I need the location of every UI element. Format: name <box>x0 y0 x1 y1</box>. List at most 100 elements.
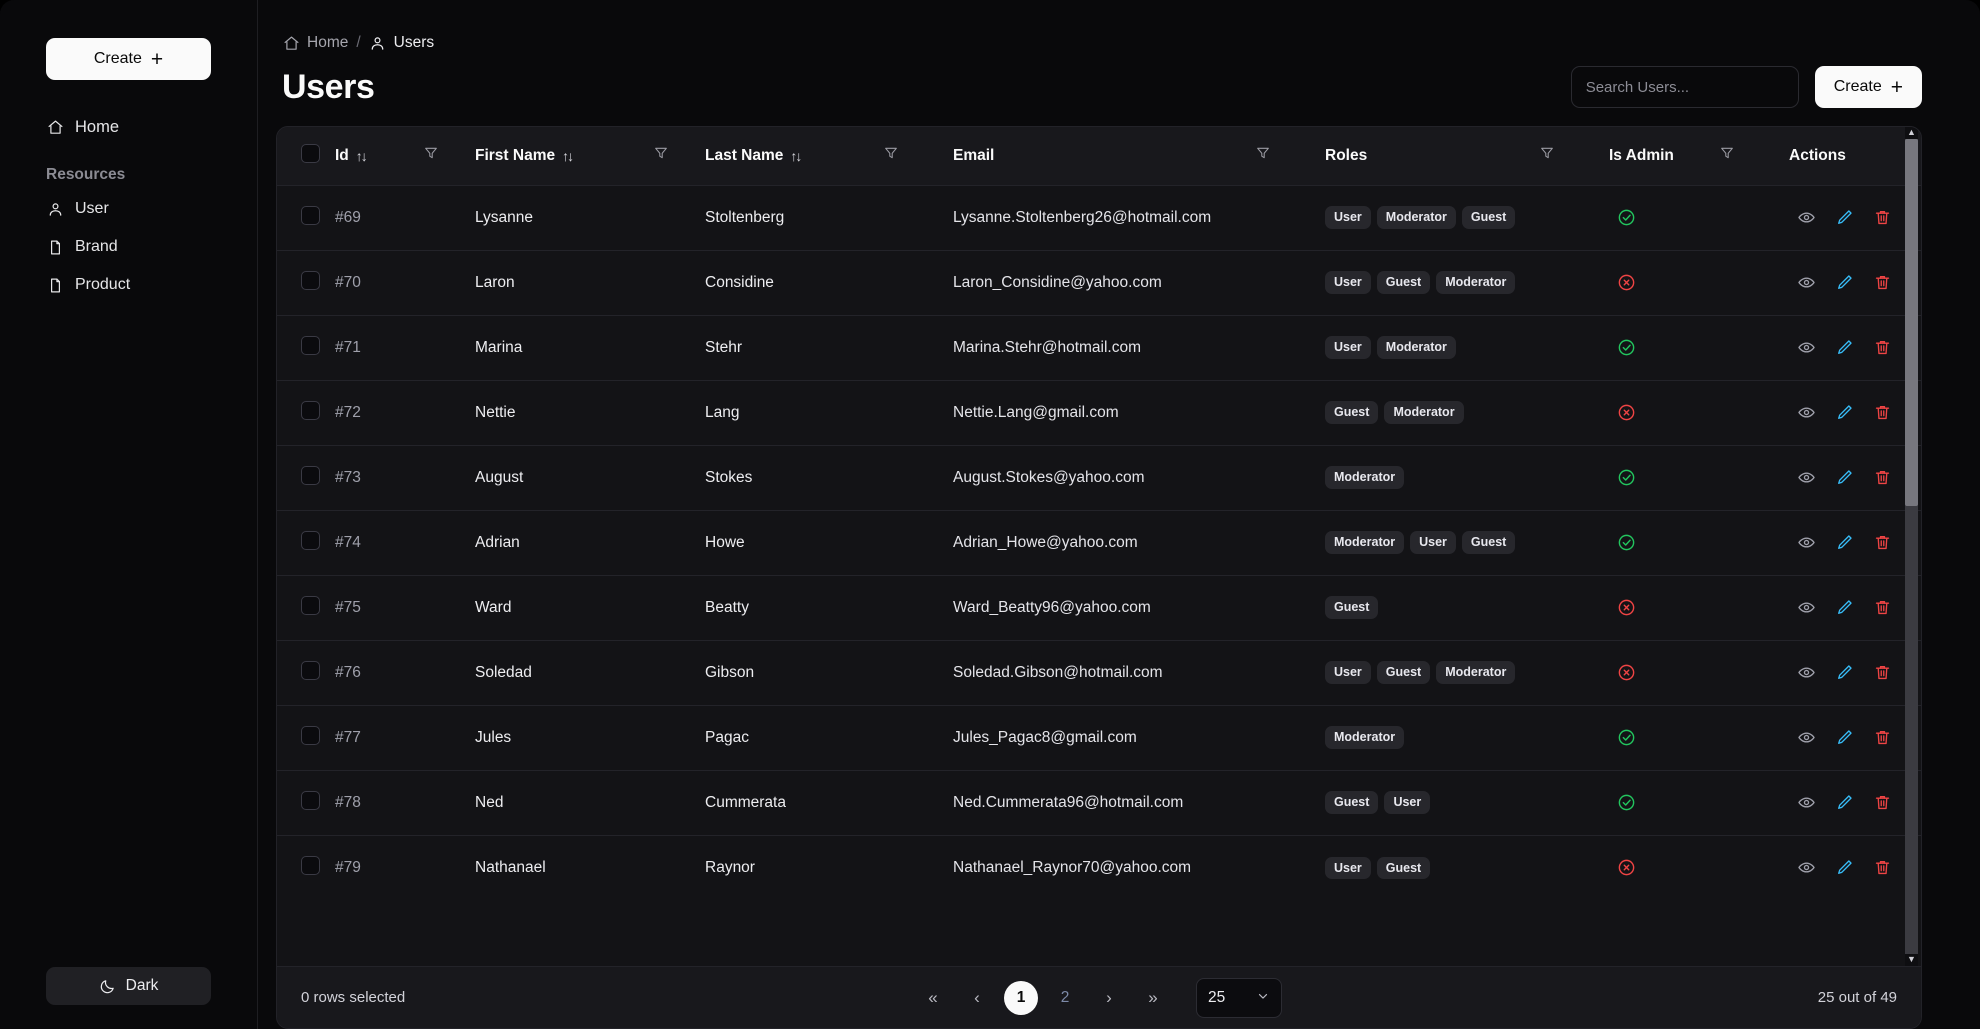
edit-action[interactable] <box>1835 338 1854 357</box>
delete-action[interactable] <box>1873 208 1892 227</box>
scroll-down-arrow[interactable]: ▼ <box>1907 954 1916 966</box>
cell-first-name: Adrian <box>475 510 653 576</box>
view-action[interactable] <box>1797 338 1816 357</box>
app-window: Create + Home Resources User Brand Produ… <box>0 0 1980 1029</box>
view-action[interactable] <box>1797 208 1816 227</box>
scroll-up-arrow[interactable]: ▲ <box>1907 127 1916 139</box>
table-row[interactable]: #75 Ward Beatty Ward_Beatty96@yahoo.com Gues… <box>277 575 1921 641</box>
delete-action[interactable] <box>1873 858 1892 877</box>
sort-icon[interactable]: ↑↓ <box>356 148 368 164</box>
search-input[interactable] <box>1570 66 1799 108</box>
row-checkbox[interactable] <box>301 790 320 810</box>
table-row[interactable]: #78 Ned Cummerata Ned.Cummerata96@hotmail.c… <box>277 770 1921 836</box>
view-action[interactable] <box>1797 858 1816 877</box>
edit-action[interactable] <box>1835 533 1854 552</box>
sidebar-create-button[interactable]: Create + <box>46 38 211 80</box>
edit-action[interactable] <box>1835 208 1854 227</box>
edit-action[interactable] <box>1835 598 1854 617</box>
row-checkbox[interactable] <box>301 465 320 485</box>
row-checkbox[interactable] <box>301 270 320 290</box>
column-header-first-name[interactable]: First Name ↑↓ <box>475 127 653 186</box>
sidebar-item-home[interactable]: Home <box>46 110 211 144</box>
row-checkbox[interactable] <box>301 400 320 420</box>
view-action[interactable] <box>1797 403 1816 422</box>
sidebar-item-brand[interactable]: Brand <box>46 230 211 264</box>
x-circle-icon <box>1617 858 1636 877</box>
pagination-page-2[interactable]: 2 <box>1048 981 1082 1015</box>
edit-action[interactable] <box>1835 273 1854 292</box>
sidebar-item-product[interactable]: Product <box>46 268 211 302</box>
cell-id: #75 <box>335 575 423 641</box>
table-row[interactable]: #77 Jules Pagac Jules_Pagac8@gmail.com Moder… <box>277 705 1921 771</box>
select-all-checkbox[interactable] <box>301 143 320 163</box>
delete-action[interactable] <box>1873 338 1892 357</box>
table-row[interactable]: #70 Laron Considine Laron_Considine@yahoo.c… <box>277 250 1921 316</box>
table-row[interactable]: #71 Marina Stehr Marina.Stehr@hotmail.com Us… <box>277 315 1921 381</box>
pagination-first[interactable]: « <box>916 981 950 1015</box>
table-row[interactable]: #74 Adrian Howe Adrian_Howe@yahoo.com Modera… <box>277 510 1921 576</box>
table-row[interactable]: #72 Nettie Lang Nettie.Lang@gmail.com Guest M… <box>277 380 1921 446</box>
delete-action[interactable] <box>1873 728 1892 747</box>
scrollbar-track[interactable] <box>1905 139 1918 954</box>
delete-action[interactable] <box>1873 663 1892 682</box>
row-checkbox[interactable] <box>301 660 320 680</box>
column-filter-id[interactable] <box>423 127 475 186</box>
pagination-next[interactable]: › <box>1092 981 1126 1015</box>
view-action[interactable] <box>1797 663 1816 682</box>
edit-action[interactable] <box>1835 663 1854 682</box>
table-row[interactable]: #73 August Stokes August.Stokes@yahoo.com Mo… <box>277 445 1921 511</box>
column-filter-last-name[interactable] <box>883 127 935 186</box>
per-page-select[interactable]: 25 <box>1196 977 1282 1018</box>
table-row[interactable]: #79 Nathanael Raynor Nathanael_Raynor70@yah… <box>277 835 1921 900</box>
table-vertical-scrollbar[interactable]: ▲ ▼ <box>1905 127 1918 966</box>
edit-action[interactable] <box>1835 858 1854 877</box>
row-select-cell <box>277 575 335 641</box>
column-header-last-name[interactable]: Last Name ↑↓ <box>705 127 883 186</box>
sort-icon[interactable]: ↑↓ <box>562 148 574 164</box>
row-checkbox[interactable] <box>301 725 320 745</box>
edit-action[interactable] <box>1835 468 1854 487</box>
edit-action[interactable] <box>1835 403 1854 422</box>
delete-action[interactable] <box>1873 533 1892 552</box>
create-button[interactable]: Create + <box>1814 66 1922 108</box>
view-action[interactable] <box>1797 533 1816 552</box>
edit-action[interactable] <box>1835 793 1854 812</box>
role-badge: Guest <box>1376 271 1431 294</box>
column-filter-email[interactable] <box>1255 127 1307 186</box>
row-checkbox[interactable] <box>301 205 320 225</box>
column-header-is-admin[interactable]: Is Admin <box>1591 127 1719 186</box>
view-action[interactable] <box>1797 598 1816 617</box>
breadcrumb-home[interactable]: Home <box>282 34 348 52</box>
column-filter-roles[interactable] <box>1539 127 1591 186</box>
view-action[interactable] <box>1797 273 1816 292</box>
delete-action[interactable] <box>1873 468 1892 487</box>
delete-action[interactable] <box>1873 793 1892 812</box>
table-row[interactable]: #76 Soledad Gibson Soledad.Gibson@hotmail.c… <box>277 640 1921 706</box>
row-checkbox[interactable] <box>301 855 320 875</box>
view-action[interactable] <box>1797 728 1816 747</box>
column-filter-is-admin[interactable] <box>1719 127 1771 186</box>
row-checkbox[interactable] <box>301 595 320 615</box>
row-checkbox[interactable] <box>301 530 320 550</box>
view-action[interactable] <box>1797 468 1816 487</box>
table-row[interactable]: #69 Lysanne Stoltenberg Lysanne.Stoltenberg… <box>277 185 1921 251</box>
view-action[interactable] <box>1797 793 1816 812</box>
edit-action[interactable] <box>1835 728 1854 747</box>
column-header-email[interactable]: Email <box>935 127 1255 186</box>
sort-icon[interactable]: ↑↓ <box>790 148 802 164</box>
row-checkbox[interactable] <box>301 335 320 355</box>
column-header-id[interactable]: Id ↑↓ <box>335 127 423 186</box>
delete-action[interactable] <box>1873 403 1892 422</box>
sidebar-item-user[interactable]: User <box>46 192 211 226</box>
column-header-roles[interactable]: Roles <box>1307 127 1539 186</box>
theme-toggle-button[interactable]: Dark <box>46 967 211 1005</box>
breadcrumb-users[interactable]: Users <box>369 34 434 52</box>
pagination-page-1[interactable]: 1 <box>1004 980 1038 1015</box>
column-filter-first-name[interactable] <box>653 127 705 186</box>
scrollbar-thumb[interactable] <box>1905 139 1918 506</box>
delete-action[interactable] <box>1873 273 1892 292</box>
pagination-last[interactable]: » <box>1136 981 1170 1015</box>
pagination-prev[interactable]: ‹ <box>960 981 994 1015</box>
delete-action[interactable] <box>1873 598 1892 617</box>
spacer-cell <box>1719 250 1771 316</box>
